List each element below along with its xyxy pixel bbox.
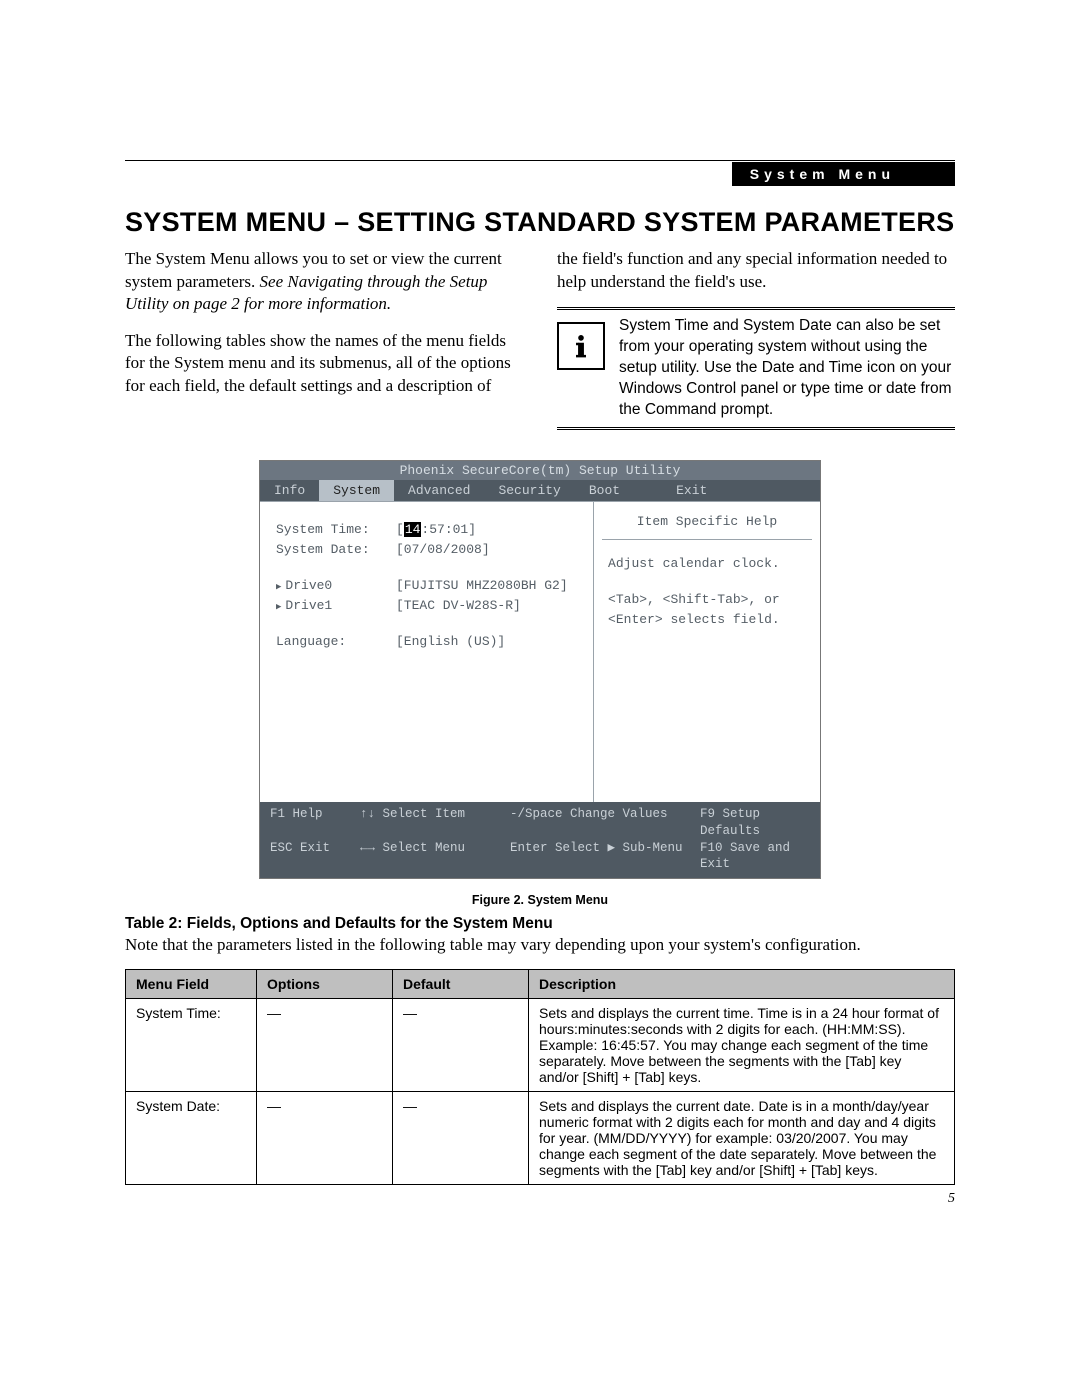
td-default: — <box>393 1092 529 1185</box>
note-text: System Time and System Date can also be … <box>619 316 955 421</box>
bios-tab-system: System <box>319 480 394 501</box>
bios-select-menu: ←→ Select Menu <box>360 840 510 874</box>
bios-tab-security: Security <box>484 480 574 501</box>
bios-help-l1: Adjust calendar clock. <box>608 554 806 574</box>
bios-lang-value: [English (US)] <box>396 632 505 652</box>
table-title: Table 2: Fields, Options and Defaults fo… <box>125 915 955 933</box>
bios-time-rest: :57:01] <box>421 522 476 537</box>
bios-window-title: Phoenix SecureCore(tm) Setup Utility <box>260 461 820 480</box>
td-description: Sets and displays the current date. Date… <box>529 1092 955 1185</box>
bios-help-body: Adjust calendar clock. <Tab>, <Shift-Tab… <box>594 540 820 644</box>
bios-time-prefix: [ <box>396 522 404 537</box>
bios-row-drive0: Drive0 [FUJITSU MHZ2080BH G2] <box>276 576 581 596</box>
intro-p2: The following tables show the names of t… <box>125 330 523 398</box>
bios-tab-exit: Exit <box>662 480 721 501</box>
bios-drive0-value: [FUJITSU MHZ2080BH G2] <box>396 576 568 596</box>
bios-time-selected: 14 <box>404 522 422 537</box>
bios-drive0-label: Drive0 <box>276 576 396 596</box>
bios-screenshot: Phoenix SecureCore(tm) Setup Utility Inf… <box>259 460 821 880</box>
bios-date-label: System Date: <box>276 540 396 560</box>
bios-row-language: Language: [English (US)] <box>276 632 581 652</box>
th-default: Default <box>393 970 529 999</box>
intro-col-left: The System Menu allows you to set or vie… <box>125 248 523 430</box>
bios-change-values: -/Space Change Values <box>510 806 700 840</box>
bios-time-value: [14:57:01] <box>396 520 476 540</box>
table-note: Note that the parameters listed in the f… <box>125 935 955 955</box>
table-header-row: Menu Field Options Default Description <box>126 970 955 999</box>
td-field: System Date: <box>126 1092 257 1185</box>
th-options: Options <box>257 970 393 999</box>
td-options: — <box>257 999 393 1092</box>
page-title: SYSTEM MENU – SETTING STANDARD SYSTEM PA… <box>125 207 955 238</box>
bios-f1-help: F1 Help <box>270 806 360 840</box>
bios-esc-exit: ESC Exit <box>270 840 360 874</box>
intro-col-right: the field's function and any special inf… <box>557 248 955 430</box>
fields-table: Menu Field Options Default Description S… <box>125 969 955 1185</box>
intro-columns: The System Menu allows you to set or vie… <box>125 248 955 430</box>
bios-drive1-value: [TEAC DV-W28S-R] <box>396 596 521 616</box>
bios-drive1-label: Drive1 <box>276 596 396 616</box>
bios-footer: F1 Help ↑↓ Select Item -/Space Change Va… <box>260 802 820 879</box>
bios-tab-boot: Boot <box>575 480 634 501</box>
bios-time-label: System Time: <box>276 520 396 540</box>
bios-lang-label: Language: <box>276 632 396 652</box>
th-description: Description <box>529 970 955 999</box>
bios-help-l2: <Tab>, <Shift-Tab>, or <box>608 590 806 610</box>
intro-p3: the field's function and any special inf… <box>557 248 955 293</box>
td-default: — <box>393 999 529 1092</box>
bios-help-l3: <Enter> selects field. <box>608 610 806 630</box>
bios-body: System Time: [14:57:01] System Date: [07… <box>260 501 820 802</box>
table-row: System Time: — — Sets and displays the c… <box>126 999 955 1092</box>
top-rule: System Menu <box>125 160 955 161</box>
bios-row-date: System Date: [07/08/2008] <box>276 540 581 560</box>
bios-tab-advanced: Advanced <box>394 480 484 501</box>
page-number: 5 <box>125 1191 955 1207</box>
bios-left-panel: System Time: [14:57:01] System Date: [07… <box>260 502 593 802</box>
bios-row-time: System Time: [14:57:01] <box>276 520 581 540</box>
th-menu-field: Menu Field <box>126 970 257 999</box>
bios-help-panel: Item Specific Help Adjust calendar clock… <box>593 502 820 802</box>
bios-select-submenu: Enter Select ▶ Sub-Menu <box>510 840 700 874</box>
bios-help-title: Item Specific Help <box>602 502 812 540</box>
bios-setup-defaults: F9 Setup Defaults <box>700 806 810 840</box>
bios-select-item: ↑↓ Select Item <box>360 806 510 840</box>
bios-tab-info: Info <box>260 480 319 501</box>
bios-tabs: Info System Advanced Security Boot Exit <box>260 480 820 501</box>
bios-date-value: [07/08/2008] <box>396 540 490 560</box>
table-row: System Date: — — Sets and displays the c… <box>126 1092 955 1185</box>
td-field: System Time: <box>126 999 257 1092</box>
td-description: Sets and displays the current time. Time… <box>529 999 955 1092</box>
bios-save-exit: F10 Save and Exit <box>700 840 810 874</box>
bios-row-drive1: Drive1 [TEAC DV-W28S-R] <box>276 596 581 616</box>
info-icon <box>557 322 605 370</box>
note-box: System Time and System Date can also be … <box>557 307 955 430</box>
td-options: — <box>257 1092 393 1185</box>
figure-caption: Figure 2. System Menu <box>125 893 955 907</box>
header-section-tag: System Menu <box>732 162 955 186</box>
intro-p1: The System Menu allows you to set or vie… <box>125 248 523 316</box>
